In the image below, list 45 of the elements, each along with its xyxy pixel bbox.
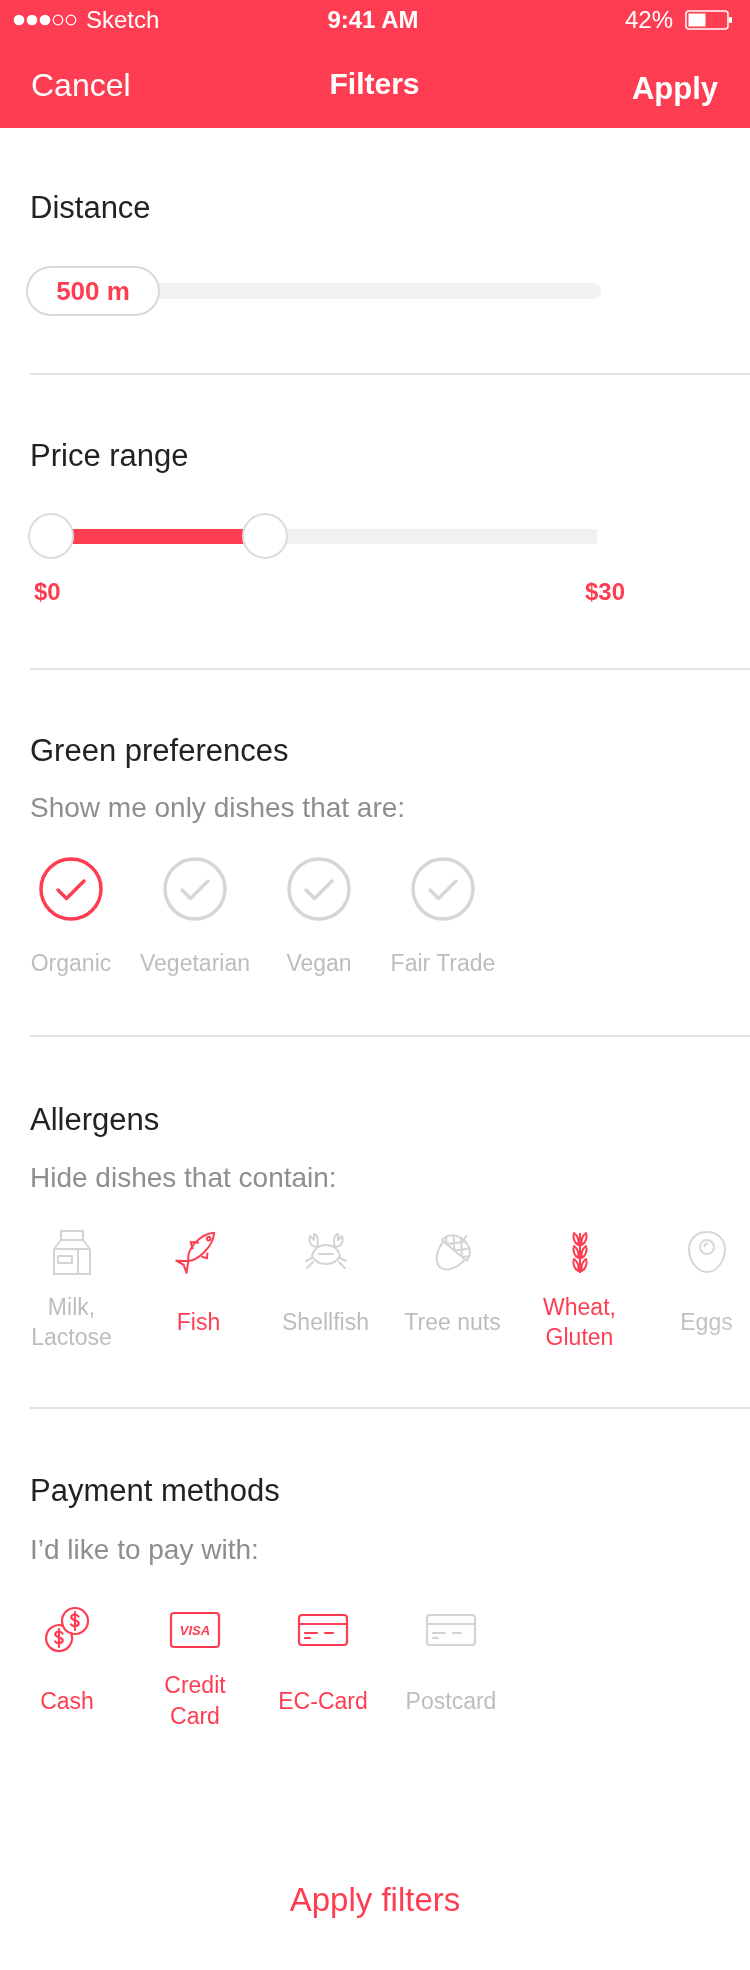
preference-toggle[interactable]: Vegetarian (140, 857, 250, 978)
allergen-toggle[interactable]: Shellfish (282, 1228, 369, 1352)
screen-title: Filters (329, 66, 420, 102)
payment-toggle[interactable]: Cash (40, 1604, 94, 1732)
section-subtitle: I’d like to pay with: (30, 1533, 260, 1567)
card-icon (425, 1613, 477, 1647)
card-icon (297, 1613, 349, 1647)
distance-slider-thumb[interactable]: 500 m (26, 266, 160, 316)
slider-thumb[interactable] (242, 513, 289, 559)
payment-toggle[interactable]: VISA Credit Card (140, 1604, 250, 1732)
preference-toggle[interactable]: Vegan (286, 857, 352, 978)
carrier-name: Sketch (86, 6, 160, 34)
apply-filters-button[interactable]: Apply filters (289, 1875, 461, 1925)
price-max-label: $30 (584, 577, 625, 607)
allergen-toggle[interactable]: Eggs (680, 1228, 733, 1352)
battery-percent: 42% (624, 6, 673, 34)
section-title: Green preferences (30, 732, 290, 770)
price-min-label: $0 (34, 577, 61, 607)
check-circle-icon (39, 857, 103, 921)
price-slider-track[interactable] (28, 513, 597, 559)
allergen-toggle[interactable]: Tree nuts (404, 1228, 501, 1352)
check-circle-icon (287, 857, 351, 921)
payment-toggle[interactable]: EC-Card (278, 1604, 368, 1732)
signal-icon (13, 14, 79, 26)
check-circle-icon (411, 857, 475, 921)
apply-button[interactable]: Apply (631, 69, 718, 109)
section-title: Distance (30, 189, 152, 227)
section-subtitle: Hide dishes that contain: (30, 1161, 338, 1195)
allergen-toggle[interactable]: Fish (174, 1228, 223, 1352)
payment-toggle[interactable]: Postcard (405, 1604, 497, 1732)
allergen-toggle[interactable]: Wheat, Gluten (524, 1228, 635, 1352)
slider-thumb[interactable] (28, 513, 74, 559)
section-title: Allergens (30, 1101, 161, 1139)
preference-toggle[interactable]: Organic (30, 857, 112, 978)
distance-slider-track[interactable]: 500 m (26, 266, 601, 316)
status-time: 9:41 AM (327, 6, 419, 34)
preference-toggle[interactable]: Fair Trade (390, 857, 496, 978)
section-title: Payment methods (30, 1472, 281, 1510)
section-title: Price range (30, 437, 190, 475)
credit-card-icon: VISA (169, 1611, 221, 1649)
section-subtitle: Show me only dishes that are: (30, 791, 407, 825)
battery-icon (685, 9, 733, 31)
allergen-toggle[interactable]: Milk, Lactose (16, 1228, 127, 1352)
check-circle-icon (163, 857, 227, 921)
cancel-button[interactable]: Cancel (31, 65, 131, 105)
